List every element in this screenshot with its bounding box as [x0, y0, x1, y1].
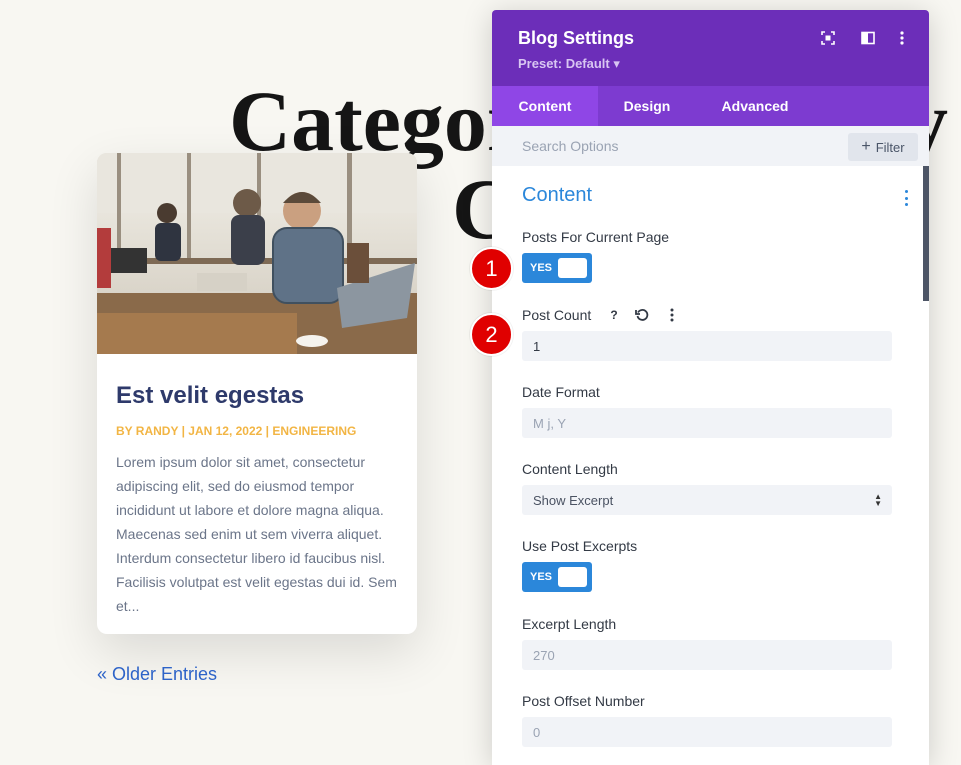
toggle-yes-text: YES [530, 262, 553, 274]
content-length-value: Show Excerpt [533, 492, 614, 508]
section-options-icon[interactable] [902, 190, 910, 206]
post-count-input[interactable] [522, 331, 892, 361]
tab-advanced[interactable]: Advanced [696, 86, 814, 126]
post-featured-image[interactable] [97, 153, 417, 354]
blog-settings-panel: Blog Settings Preset: Default ▾ Content … [492, 10, 929, 765]
post-meta[interactable]: BY RANDY | JAN 12, 2022 | ENGINEERING [116, 424, 398, 438]
use-post-excerpts-toggle[interactable]: YES [522, 562, 592, 592]
annotation-badge-2: 2 [470, 313, 513, 356]
scrollbar-thumb[interactable] [923, 166, 929, 301]
excerpt-length-input[interactable] [522, 640, 892, 670]
filter-label: Filter [875, 139, 905, 155]
toggle-knob [558, 258, 587, 278]
excerpt-length-label: Excerpt Length [522, 616, 617, 632]
search-bar: + Filter [492, 126, 929, 166]
toggle-knob [558, 567, 587, 587]
date-format-label: Date Format [522, 384, 600, 400]
use-post-excerpts-label: Use Post Excerpts [522, 538, 638, 554]
filter-button[interactable]: + Filter [848, 133, 918, 161]
content-length-select[interactable]: Show Excerpt ▲ ▼ [522, 485, 892, 515]
post-title[interactable]: Est velit egestas [116, 382, 398, 410]
blog-post-card: Est velit egestas BY RANDY | JAN 12, 202… [97, 153, 417, 634]
post-excerpt: Lorem ipsum dolor sit amet, consectetur … [116, 454, 397, 614]
post-offset-number-label: Post Offset Number [522, 693, 645, 709]
reset-icon[interactable] [633, 306, 651, 324]
toggle-yes-text: YES [530, 571, 553, 583]
date-format-input[interactable] [522, 408, 892, 438]
tab-design[interactable]: Design [598, 86, 696, 126]
search-options-input[interactable] [492, 126, 832, 166]
page-heading-line1: Categor [229, 73, 526, 169]
section-title-content[interactable]: Content [522, 184, 592, 207]
select-arrows-icon: ▲ ▼ [874, 492, 882, 508]
plus-icon: + [861, 138, 871, 155]
tab-content[interactable]: Content [492, 86, 598, 126]
post-offset-number-input[interactable] [522, 717, 892, 747]
content-length-label: Content Length [522, 461, 618, 477]
fullscreen-icon[interactable] [820, 30, 836, 46]
annotation-badge-1: 1 [470, 247, 513, 290]
field-options-icon[interactable] [663, 306, 681, 324]
panel-title: Blog Settings [518, 28, 634, 48]
preset-dropdown[interactable]: Preset: Default ▾ [518, 56, 620, 72]
posts-for-current-page-toggle[interactable]: YES [522, 253, 592, 283]
older-entries-link[interactable]: « Older Entries [97, 664, 217, 685]
post-count-label: Post Count [522, 307, 592, 323]
help-icon[interactable]: ? [605, 306, 623, 324]
split-view-icon[interactable] [860, 30, 876, 46]
more-options-icon[interactable] [894, 30, 910, 46]
settings-tabs: Content Design Advanced [492, 86, 929, 126]
panel-header[interactable]: Blog Settings Preset: Default ▾ [492, 10, 929, 86]
posts-for-current-page-label: Posts For Current Page [522, 229, 670, 245]
